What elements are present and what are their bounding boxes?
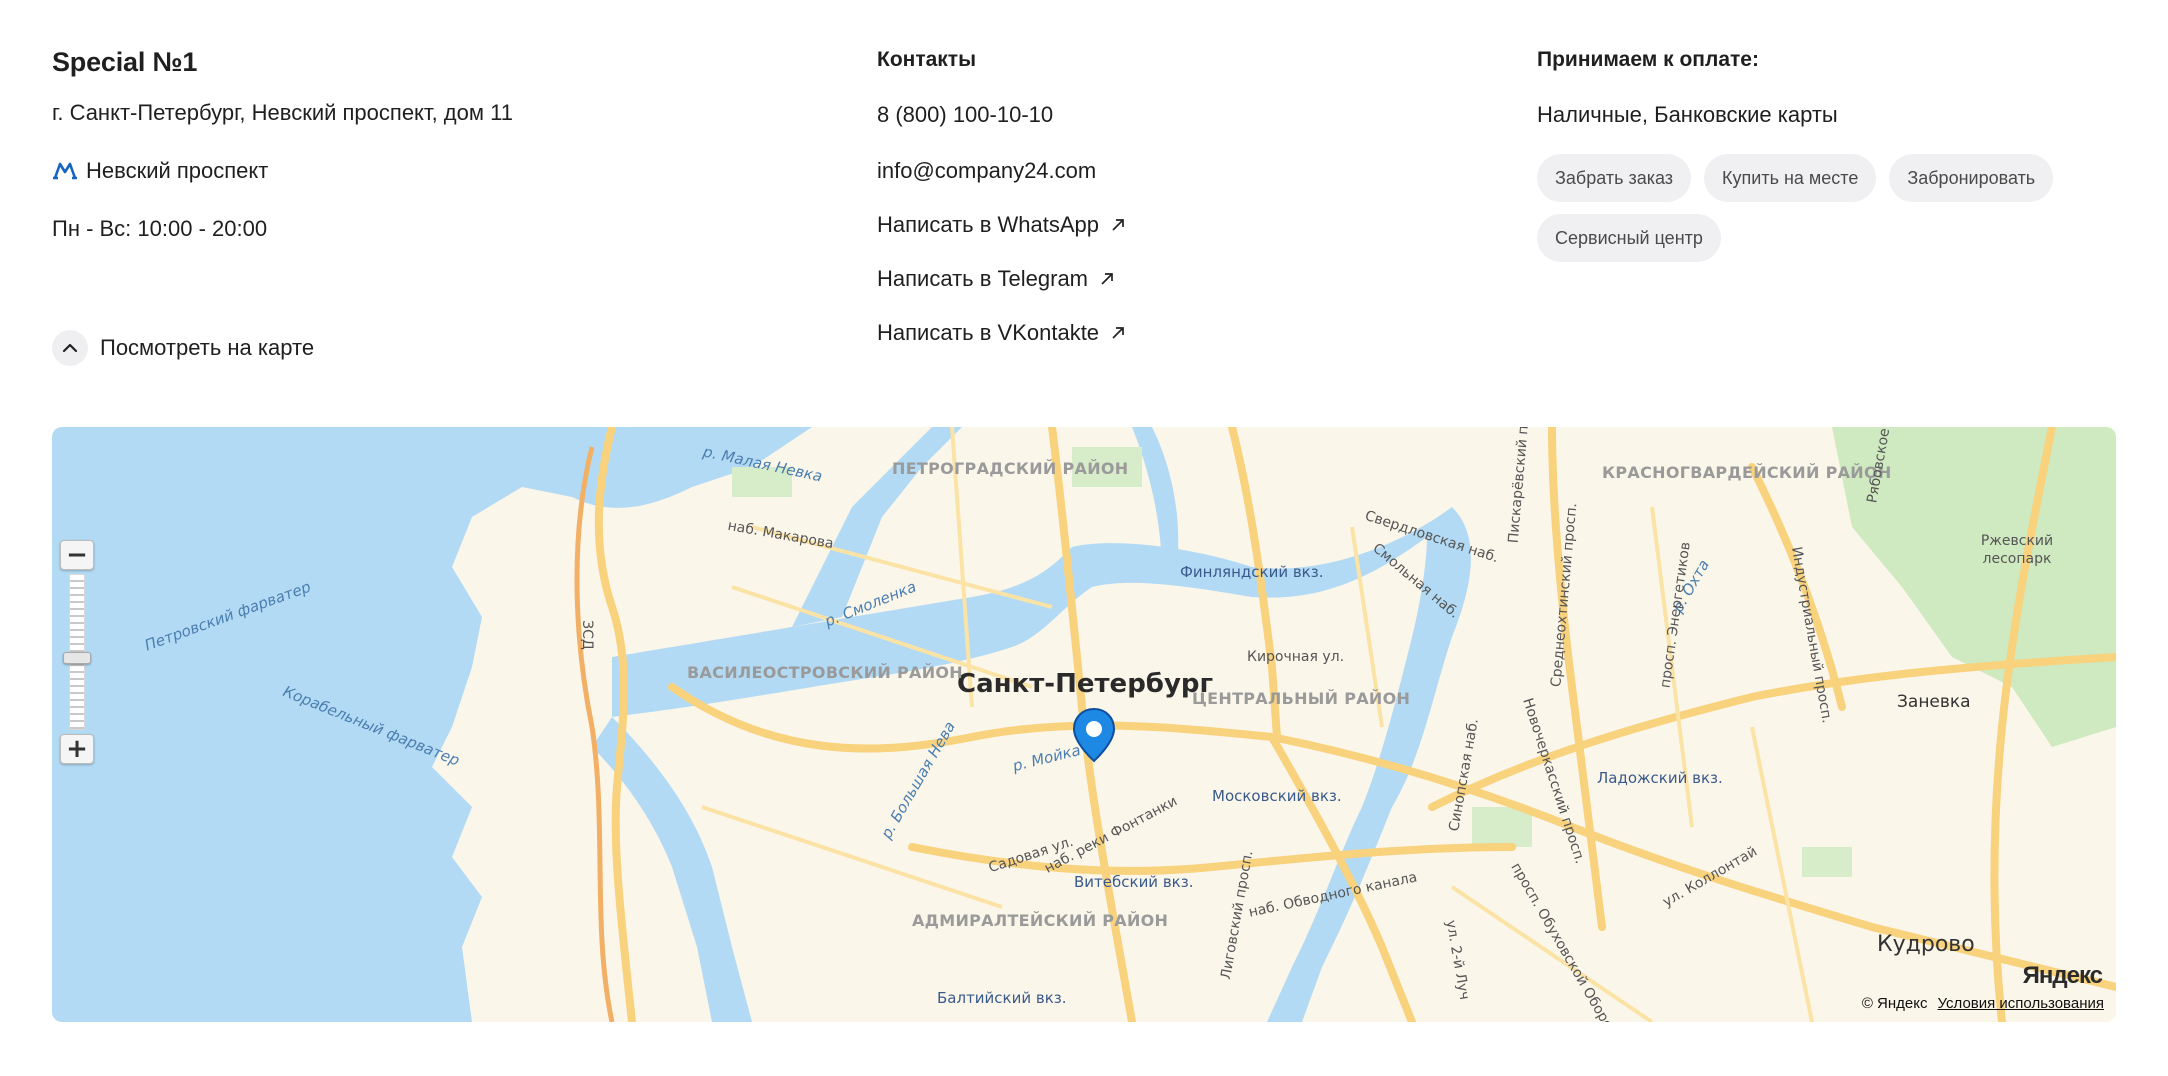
contacts-title: Контакты	[877, 48, 977, 71]
phone-link[interactable]: 8 (800) 100-10-10	[877, 100, 1477, 130]
store-title: Special №1	[52, 47, 198, 77]
map-district-label: КРАСНОГВАРДЕЙСКИЙ РАЙОН	[1602, 463, 1892, 482]
terms-link[interactable]: Условия использования	[1938, 995, 2105, 1012]
telegram-link-label[interactable]: Написать в Telegram	[877, 264, 1088, 294]
copyright-text: © Яндекс	[1861, 995, 1928, 1012]
map-place-label: Кудрово	[1877, 932, 1975, 957]
map-zoom-control[interactable]: − +	[60, 540, 94, 764]
external-link-arrow-icon	[1112, 327, 1124, 339]
external-link-arrow-icon	[1101, 273, 1113, 285]
map-place-label: Ржевский лесопарк	[1980, 533, 2054, 567]
external-link-arrow-icon	[1112, 219, 1124, 231]
payment-title: Принимаем к оплате:	[1537, 48, 1759, 71]
map-toggle-button[interactable]: Посмотреть на карте	[52, 330, 314, 366]
zoom-in-button[interactable]: +	[60, 734, 94, 764]
chip-reserve[interactable]: Забронировать	[1889, 154, 2054, 202]
map-district-label: ПЕТРОГРАДСКИЙ РАЙОН	[892, 459, 1129, 478]
map-station-label: Московский вкз.	[1212, 787, 1342, 805]
chip-pickup-order[interactable]: Забрать заказ	[1537, 154, 1692, 202]
map-district-label: ЦЕНТРАЛЬНЫЙ РАЙОН	[1192, 689, 1411, 708]
map-city-label: Санкт-Петербург	[957, 669, 1214, 699]
payment-methods: Наличные, Банковские карты	[1537, 102, 1838, 127]
yandex-logo[interactable]: Яндекс	[2023, 962, 2103, 990]
metro-station: Невский проспект	[52, 156, 832, 186]
metro-station-label: Невский проспект	[86, 158, 269, 183]
map-toggle-label[interactable]: Посмотреть на карте	[100, 335, 314, 361]
chevron-up-icon[interactable]	[52, 330, 88, 366]
zoom-slider-handle[interactable]	[63, 652, 91, 664]
metro-icon	[53, 162, 77, 180]
map-station-label: Ладожский вкз.	[1597, 769, 1723, 787]
store-hours: Пн - Вс: 10:00 - 20:00	[52, 216, 268, 241]
contacts-section: Контакты 8 (800) 100-10-10 info@company2…	[877, 40, 1477, 348]
store-address: г. Санкт-Петербург, Невский проспект, до…	[52, 100, 513, 125]
telegram-link[interactable]: Написать в Telegram	[877, 264, 1477, 294]
map-place-label: Заневка	[1897, 692, 1971, 712]
vkontakte-link-label[interactable]: Написать в VKontakte	[877, 318, 1099, 348]
map-station-label: Финляндский вкз.	[1180, 563, 1324, 581]
map-district-label: ВАСИЛЕОСТРОВСКИЙ РАЙОН	[687, 663, 963, 682]
map-district-label: АДМИРАЛТЕЙСКИЙ РАЙОН	[912, 911, 1169, 930]
whatsapp-link[interactable]: Написать в WhatsApp	[877, 210, 1477, 240]
service-chips: Забрать заказ Купить на месте Заброниров…	[1537, 154, 2097, 262]
chip-buy-in-store[interactable]: Купить на месте	[1704, 154, 1877, 202]
map-station-label: Балтийский вкз.	[937, 989, 1067, 1007]
map-street-label: Кирочная ул.	[1247, 649, 1345, 665]
map-station-label: Витебский вкз.	[1074, 873, 1194, 891]
yandex-map[interactable]: Санкт-Петербург ПЕТРОГРАДСКИЙ РАЙОН ВАСИ…	[52, 427, 2116, 1022]
map-street-label: ЗСД	[578, 620, 595, 650]
whatsapp-link-label[interactable]: Написать в WhatsApp	[877, 210, 1099, 240]
payment-section: Принимаем к оплате: Наличные, Банковские…	[1537, 40, 2137, 262]
store-info: Special №1 г. Санкт-Петербург, Невский п…	[52, 40, 832, 366]
chip-service-center[interactable]: Сервисный центр	[1537, 214, 1721, 262]
zoom-out-button[interactable]: −	[60, 540, 94, 570]
vkontakte-link[interactable]: Написать в VKontakte	[877, 318, 1477, 348]
map-copyright: © Яндекс Условия использования	[1862, 995, 2104, 1012]
email-link[interactable]: info@company24.com	[877, 156, 1477, 186]
